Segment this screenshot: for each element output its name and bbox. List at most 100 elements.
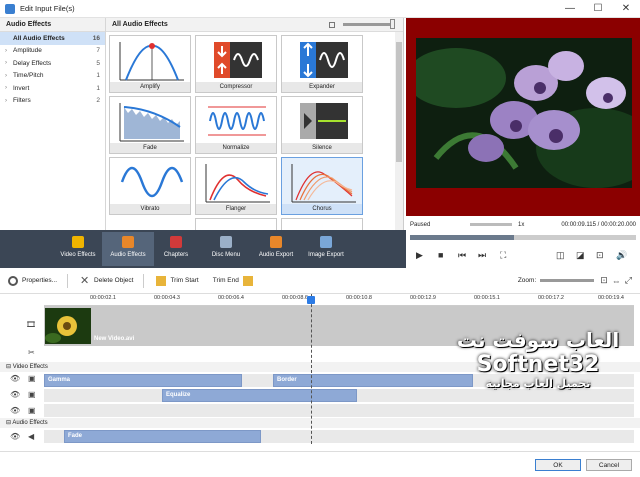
zoom-label: Zoom: [517, 277, 537, 284]
playhead-handle[interactable] [307, 296, 315, 304]
category-amplitude[interactable]: › Amplitude 7 [0, 45, 105, 58]
category-delay-effects[interactable]: › Delay Effects 5 [0, 57, 105, 70]
audio-export-button[interactable]: Audio Export [250, 232, 302, 266]
ruler-tick: 00:00:04.3 [154, 295, 180, 301]
eye-icon[interactable]: 👁 [10, 390, 20, 399]
effect-tile-partial[interactable] [281, 218, 363, 230]
close-button[interactable]: ✕ [612, 3, 640, 14]
player-speed: 1x [518, 221, 525, 228]
category-label: Delay Effects [13, 59, 52, 67]
eye-icon[interactable]: 👁 [10, 406, 20, 415]
effect-label: Expander [282, 82, 362, 92]
effect-tile-amplify[interactable]: Amplify [109, 35, 191, 93]
ok-button[interactable]: OK [535, 459, 581, 471]
eye-icon[interactable]: 👁 [10, 432, 20, 441]
effect-tile-silence[interactable]: Silence [281, 96, 363, 154]
chapters-button[interactable]: Chapters [150, 232, 202, 266]
video-effect-clip-border[interactable]: Border [273, 374, 473, 387]
volume-icon[interactable]: 🔊 [616, 250, 627, 261]
timeline-toolbar: Properties... ✕ Delete Object Trim Start… [0, 268, 640, 294]
play-icon[interactable]: ▶ [416, 250, 423, 261]
crop-icon[interactable]: ⊡ [596, 250, 604, 261]
category-all-audio-effects[interactable]: All Audio Effects 16 [0, 32, 105, 45]
delete-object-button[interactable]: ✕ Delete Object [80, 275, 133, 286]
properties-button[interactable]: Properties... [8, 275, 57, 286]
playback-progress[interactable] [410, 235, 636, 240]
cancel-button[interactable]: Cancel [586, 459, 632, 471]
trim-start-button[interactable]: Trim Start [156, 275, 199, 286]
trim-end-button[interactable]: Trim End [212, 275, 257, 286]
trim-start-label: Trim Start [170, 277, 199, 284]
slider-knob[interactable] [390, 19, 395, 29]
effect-tile-flanger[interactable]: Flanger [195, 157, 277, 215]
expander-icon[interactable]: › [5, 98, 13, 104]
eye-icon[interactable]: 👁 [10, 374, 20, 383]
scrollbar-thumb[interactable] [396, 42, 402, 162]
thumbnail-size-slider[interactable] [343, 19, 395, 29]
effect-label: Compressor [196, 82, 276, 92]
toolbar-button-label: Chapters [163, 252, 189, 258]
stop-icon[interactable]: ■ [438, 250, 443, 260]
category-time-pitch[interactable]: › Time/Pitch 1 [0, 70, 105, 83]
audio-effects-section[interactable]: ⊟ Audio Effects [0, 418, 640, 428]
video-effects-button[interactable]: Video Effects [52, 232, 104, 266]
timeline-playhead[interactable] [311, 294, 312, 444]
expander-icon[interactable]: › [5, 48, 13, 54]
audio-effect-clip-fade[interactable]: Fade [64, 430, 261, 443]
speed-slider[interactable] [470, 223, 512, 226]
zoom-fit-icon[interactable]: ⊡ [600, 275, 608, 286]
expander-icon[interactable]: › [5, 60, 13, 66]
scissors-icon[interactable]: ✂ [28, 348, 35, 357]
expander-icon[interactable]: › [5, 73, 13, 79]
effect-tile-chorus[interactable]: Chorus [281, 157, 363, 215]
gear-icon [8, 275, 18, 286]
fullscreen-icon[interactable]: ⛶ [500, 250, 506, 261]
watermark: العاب سوفت نت Softnet32 تحميل العاب مجان… [448, 328, 628, 412]
ruler-tick: 00:00:02.1 [90, 295, 116, 301]
zoom-slider[interactable] [540, 279, 595, 282]
effect-tile-normalize[interactable]: Normalize [195, 96, 277, 154]
toolbar-button-label: Image Export [308, 252, 344, 258]
trim-end-label: Trim End [212, 277, 239, 284]
ruler-tick: 00:00:06.4 [218, 295, 244, 301]
snapshot-icon[interactable]: ◪ [576, 250, 585, 261]
audio-effects-button[interactable]: Audio Effects [102, 232, 154, 266]
expander-icon[interactable]: › [5, 85, 13, 91]
timeline-ruler[interactable]: 00:00:02.1 00:00:04.3 00:00:06.4 00:00:0… [44, 294, 634, 306]
fade-icon [119, 103, 184, 142]
category-label: Invert [13, 84, 30, 92]
category-count: 5 [96, 59, 100, 67]
player-time: 00:00:09.115 / 00:00:20.000 [561, 221, 636, 228]
previous-frame-icon[interactable]: ⏮ [458, 250, 466, 261]
expander-icon [300, 42, 348, 78]
effect-tile-expander[interactable]: Expander [281, 35, 363, 93]
title-bar: Edit Input File(s) — ☐ ✕ [0, 0, 640, 18]
vibrato-icon [120, 166, 184, 198]
section-toggle-icon[interactable]: ⊟ [6, 364, 13, 370]
disc-menu-button[interactable]: Disc Menu [200, 232, 252, 266]
separator [143, 273, 145, 288]
maximize-button[interactable]: ☐ [584, 3, 612, 14]
category-label: Time/Pitch [13, 72, 44, 80]
zoom-all-icon[interactable]: ⇔ [612, 276, 621, 286]
zoom-expand-icon[interactable]: ⤢ [625, 275, 632, 286]
minimize-button[interactable]: — [556, 3, 584, 14]
effect-tile-vibrato[interactable]: Vibrato [109, 157, 191, 215]
next-frame-icon[interactable]: ⏭ [478, 250, 486, 261]
window-title: Edit Input File(s) [20, 4, 75, 13]
image-export-button[interactable]: Image Export [300, 232, 352, 266]
video-effect-clip-gamma[interactable]: Gamma [44, 374, 242, 387]
effect-label: Amplify [110, 82, 190, 92]
speaker-icon: ◀ [28, 432, 35, 441]
effect-tile-fade[interactable]: Fade [109, 96, 191, 154]
video-effect-clip-equalize[interactable]: Equalize [162, 389, 357, 402]
fit-icon[interactable]: ◫ [556, 250, 565, 261]
effect-tile-compressor[interactable]: Compressor [195, 35, 277, 93]
effects-scrollbar[interactable] [395, 32, 403, 230]
player-status: Paused [410, 221, 431, 228]
player-status-row: Paused 1x 00:00:09.115 / 00:00:20.000 [406, 219, 640, 230]
category-filters[interactable]: › Filters 2 [0, 95, 105, 108]
bookmark-icon [170, 236, 182, 248]
category-invert[interactable]: › Invert 1 [0, 82, 105, 95]
effect-tile-partial[interactable] [195, 218, 277, 230]
